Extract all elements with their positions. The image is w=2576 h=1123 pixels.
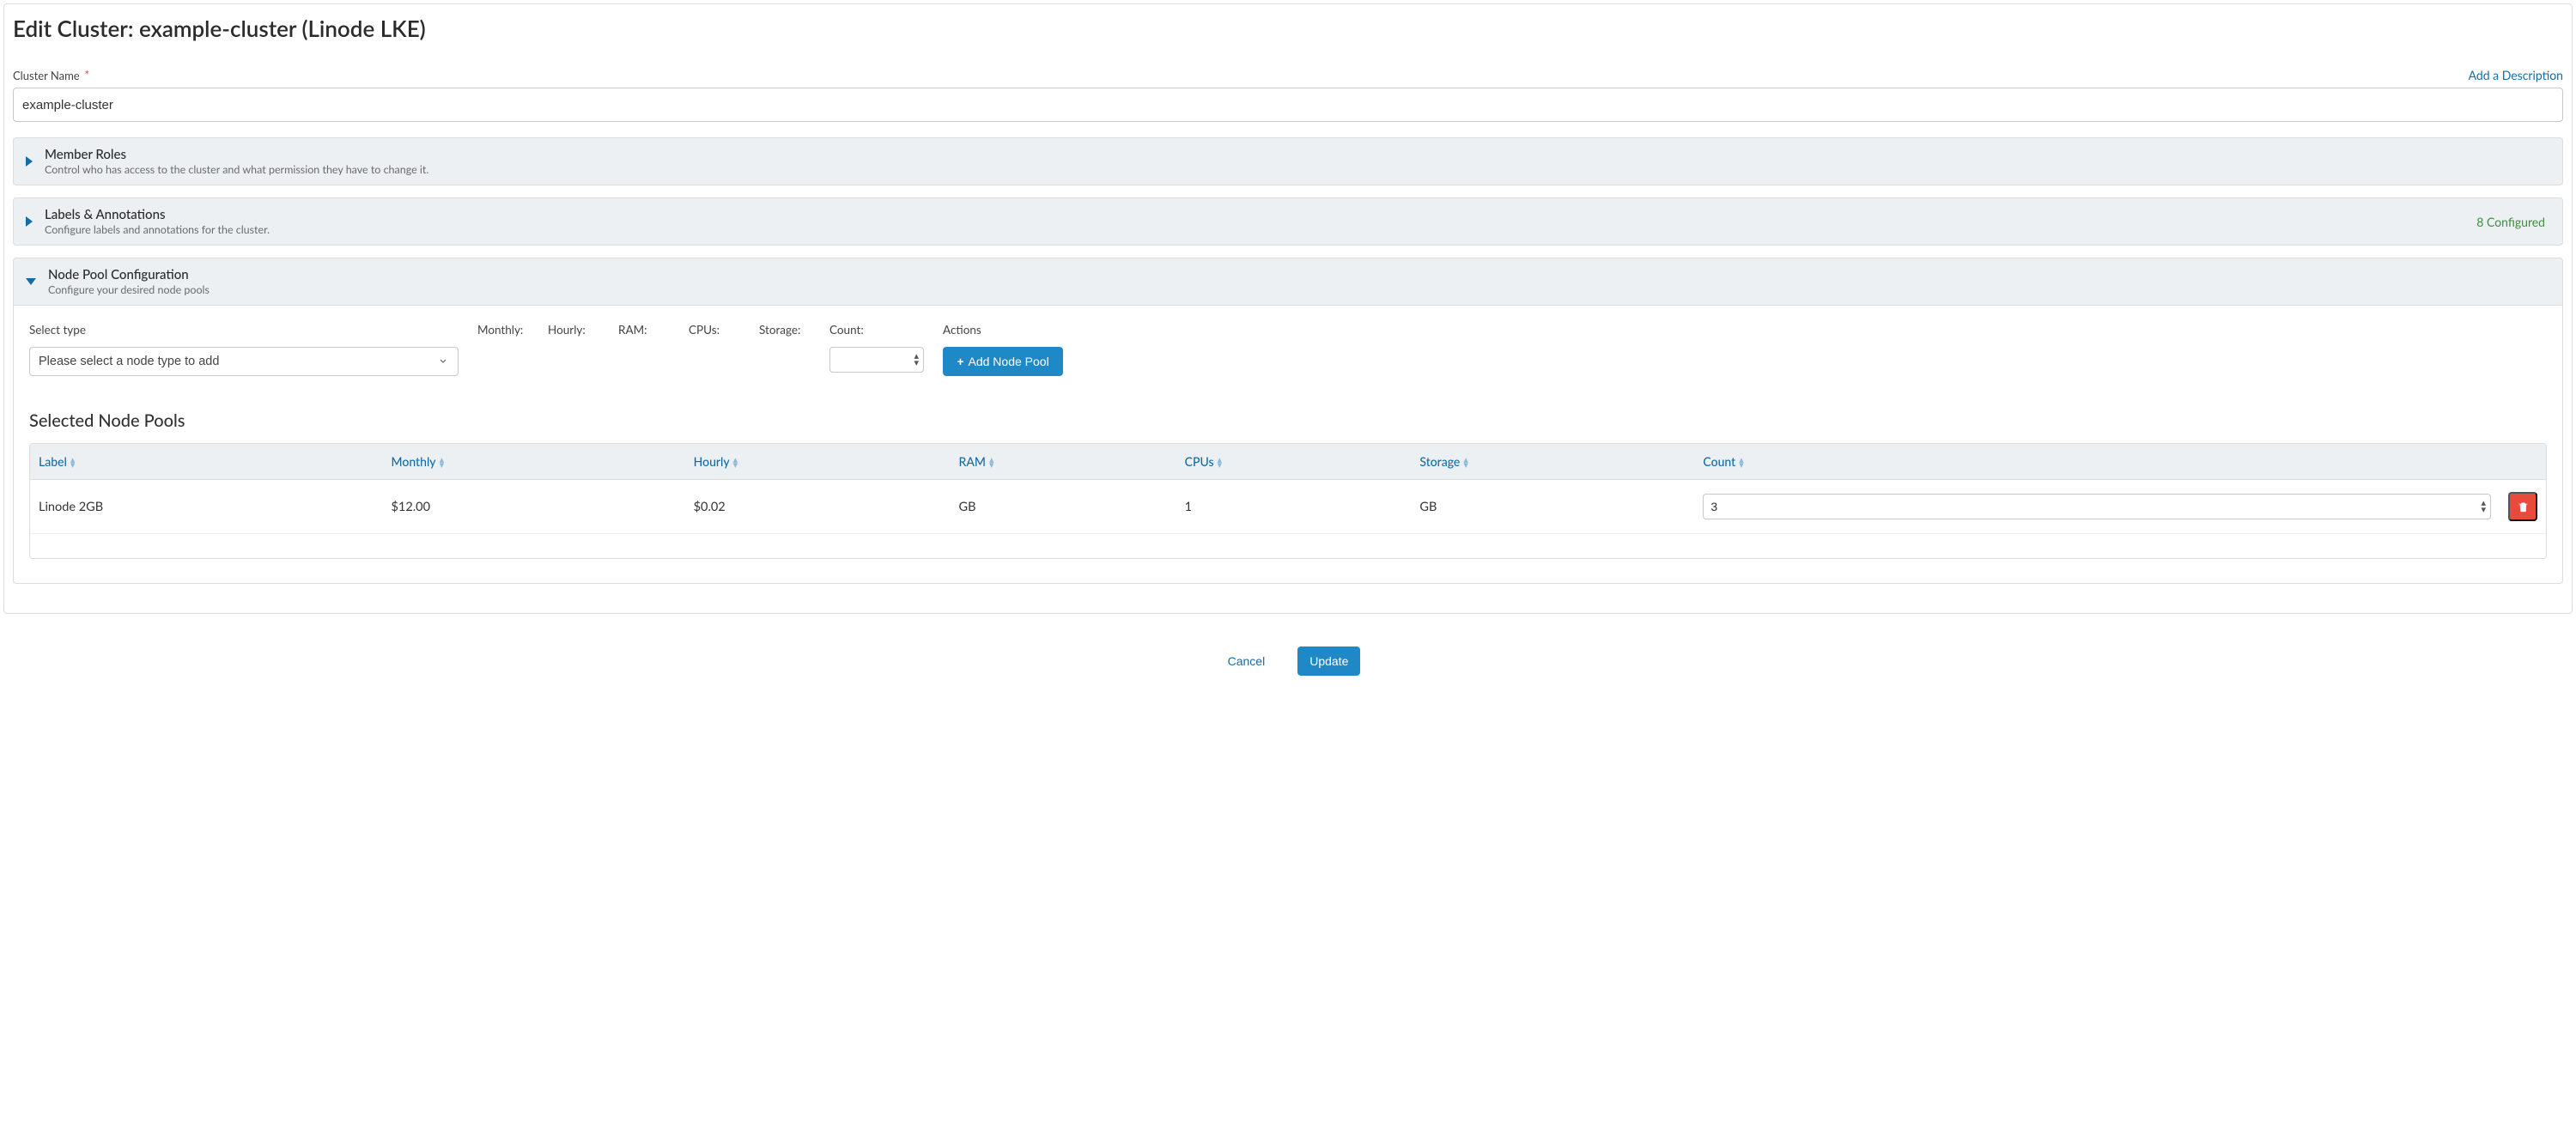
cell-hourly: $0.02: [685, 480, 951, 534]
cell-storage: GB: [1411, 480, 1694, 534]
add-node-pool-button[interactable]: + Add Node Pool: [943, 347, 1063, 376]
cell-label: Linode 2GB: [30, 480, 383, 534]
trash-icon: [2517, 501, 2530, 513]
table-spacer: [30, 534, 2546, 559]
accordion-labels-sub: Configure labels and annotations for the…: [45, 223, 2476, 236]
hourly-label: Hourly:: [548, 323, 599, 338]
sort-icon: ▴▾: [1463, 458, 1468, 468]
cell-count: ▴▾: [1694, 480, 2500, 534]
add-node-pool-label: Add Node Pool: [969, 355, 1049, 368]
footer-actions: Cancel Update: [0, 646, 2576, 676]
ram-label: RAM:: [618, 323, 670, 338]
add-description-link[interactable]: Add a Description: [2469, 68, 2563, 82]
cluster-name-label-row: Cluster Name * Add a Description: [13, 68, 2563, 82]
edit-cluster-panel: Edit Cluster: example-cluster (Linode LK…: [3, 3, 2573, 614]
accordion-member-roles: Member Roles Control who has access to t…: [13, 137, 2563, 185]
cluster-name-input[interactable]: [13, 88, 2563, 122]
cell-ram: GB: [951, 480, 1176, 534]
node-pool-form-row: Select type Please select a node type to…: [29, 323, 2547, 376]
node-type-select[interactable]: Please select a node type to add: [29, 347, 459, 376]
page-title: Edit Cluster: example-cluster (Linode LK…: [13, 15, 2563, 42]
cluster-name-label: Cluster Name: [13, 69, 80, 82]
sort-icon: ▴▾: [70, 458, 76, 468]
col-monthly[interactable]: Monthly▴▾: [383, 444, 685, 480]
sort-icon: ▴▾: [440, 458, 445, 468]
accordion-node-pool-header[interactable]: Node Pool Configuration Configure your d…: [14, 258, 2562, 305]
col-label[interactable]: Label▴▾: [30, 444, 383, 480]
count-input[interactable]: [829, 347, 924, 373]
accordion-member-roles-sub: Control who has access to the cluster an…: [45, 163, 2550, 176]
chevron-down-icon: [26, 278, 36, 285]
col-hourly[interactable]: Hourly▴▾: [685, 444, 951, 480]
delete-row-button[interactable]: [2508, 492, 2537, 521]
accordion-node-pool-title: Node Pool Configuration: [48, 267, 2550, 282]
actions-label: Actions: [943, 323, 1063, 338]
table-row: Linode 2GB $12.00 $0.02 GB 1 GB ▴▾: [30, 480, 2546, 534]
col-ram[interactable]: RAM▴▾: [951, 444, 1176, 480]
monthly-label: Monthly:: [477, 323, 529, 338]
accordion-node-pool-sub: Configure your desired node pools: [48, 283, 2550, 296]
accordion-labels-header[interactable]: Labels & Annotations Configure labels an…: [14, 198, 2562, 245]
chevron-right-icon: [26, 216, 33, 227]
required-asterisk: *: [84, 68, 89, 82]
selected-node-pools-title: Selected Node Pools: [29, 410, 2547, 431]
accordion-labels-title: Labels & Annotations: [45, 207, 2476, 222]
accordion-labels-annotations: Labels & Annotations Configure labels an…: [13, 197, 2563, 246]
sort-icon: ▴▾: [989, 458, 994, 468]
accordion-member-roles-header[interactable]: Member Roles Control who has access to t…: [14, 138, 2562, 185]
sort-icon: ▴▾: [1739, 458, 1744, 468]
labels-configured-count: 8 Configured: [2476, 215, 2550, 229]
cell-cpus: 1: [1176, 480, 1412, 534]
cell-monthly: $12.00: [383, 480, 685, 534]
accordion-member-roles-title: Member Roles: [45, 147, 2550, 162]
col-storage[interactable]: Storage▴▾: [1411, 444, 1694, 480]
update-button[interactable]: Update: [1297, 646, 1360, 676]
cpus-label: CPUs:: [689, 323, 740, 338]
table-header-row: Label▴▾ Monthly▴▾ Hourly▴▾ RAM▴▾ CPUs▴▾ …: [30, 444, 2546, 480]
node-pool-body: Select type Please select a node type to…: [14, 305, 2562, 583]
plus-icon: +: [957, 355, 963, 368]
chevron-right-icon: [26, 156, 33, 167]
count-label: Count:: [829, 323, 924, 338]
select-type-label: Select type: [29, 323, 459, 338]
col-cpus[interactable]: CPUs▴▾: [1176, 444, 1412, 480]
accordion-node-pool: Node Pool Configuration Configure your d…: [13, 258, 2563, 584]
storage-label: Storage:: [759, 323, 811, 338]
selected-pools-table: Label▴▾ Monthly▴▾ Hourly▴▾ RAM▴▾ CPUs▴▾ …: [29, 443, 2547, 559]
col-count[interactable]: Count▴▾: [1694, 444, 2500, 480]
sort-icon: ▴▾: [1218, 458, 1223, 468]
row-count-input[interactable]: [1703, 494, 2491, 519]
cancel-button[interactable]: Cancel: [1216, 646, 1278, 676]
sort-icon: ▴▾: [733, 458, 738, 468]
